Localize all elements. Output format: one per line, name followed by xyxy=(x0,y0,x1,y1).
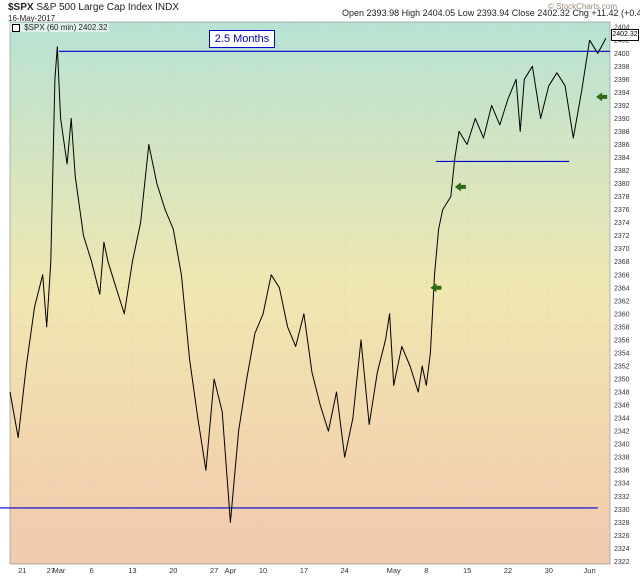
y-axis-ticks: 2404240224002398239623942392239023882386… xyxy=(614,25,630,566)
y-tick-label: 2400 xyxy=(614,51,630,58)
y-tick-label: 2348 xyxy=(614,390,630,397)
x-tick-label: 6 xyxy=(90,566,94,575)
y-tick-label: 2328 xyxy=(614,520,630,527)
y-tick-label: 2366 xyxy=(614,272,630,279)
x-tick-label: 27 xyxy=(210,566,218,575)
y-tick-label: 2354 xyxy=(614,350,630,357)
y-tick-label: 2378 xyxy=(614,194,630,201)
x-tick-label: Mar xyxy=(53,566,66,575)
y-tick-label: 2392 xyxy=(614,103,630,110)
x-tick-label: 21 xyxy=(18,566,26,575)
y-tick-label: 2334 xyxy=(614,481,630,488)
y-tick-label: 2384 xyxy=(614,155,630,162)
y-tick-label: 2340 xyxy=(614,442,630,449)
y-tick-label: 2330 xyxy=(614,507,630,514)
y-tick-label: 2358 xyxy=(614,324,630,331)
y-tick-label: 2394 xyxy=(614,90,630,97)
x-tick-label: 24 xyxy=(341,566,349,575)
legend-series-label: $SPX (60 min) xyxy=(24,23,77,32)
y-tick-label: 2380 xyxy=(614,181,630,188)
y-tick-label: 2370 xyxy=(614,246,630,253)
last-price-value: 2402.32 xyxy=(612,31,638,38)
x-tick-label: 10 xyxy=(259,566,267,575)
x-tick-label: Apr xyxy=(225,566,237,575)
legend-swatch xyxy=(12,23,20,32)
stock-chart: $SPX S&P 500 Large Cap Index INDX 16-May… xyxy=(0,0,640,576)
y-tick-label: 2342 xyxy=(614,429,630,436)
y-tick-label: 2356 xyxy=(614,337,630,344)
y-tick-label: 2362 xyxy=(614,298,630,305)
y-tick-label: 2332 xyxy=(614,494,630,501)
annotation-box: 2.5 Months xyxy=(209,30,275,48)
y-tick-label: 2388 xyxy=(614,129,630,136)
x-tick-label: Jun xyxy=(584,566,596,575)
y-tick-label: 2350 xyxy=(614,376,630,383)
y-tick-label: 2368 xyxy=(614,259,630,266)
x-tick-label: 17 xyxy=(300,566,308,575)
y-tick-label: 2396 xyxy=(614,77,630,84)
x-axis-ticks: 21 27Mar 6 13 20 27 Apr 10 17 24 May 8 15 22 30 Jun xyxy=(18,566,596,575)
x-tick-label: 30 xyxy=(545,566,553,575)
y-tick-label: 2376 xyxy=(614,207,630,214)
y-tick-label: 2382 xyxy=(614,168,630,175)
y-tick-label: 2346 xyxy=(614,403,630,410)
y-tick-label: 2374 xyxy=(614,220,630,227)
y-tick-label: 2360 xyxy=(614,311,630,318)
y-tick-label: 2352 xyxy=(614,363,630,370)
last-price-tag: 2402.32 xyxy=(611,29,639,41)
x-tick-label: 8 xyxy=(424,566,428,575)
y-tick-label: 2364 xyxy=(614,285,630,292)
legend-box: $SPX (60 min) 2402.32 xyxy=(10,23,110,32)
x-tick-label: 13 xyxy=(128,566,136,575)
y-tick-label: 2390 xyxy=(614,116,630,123)
y-tick-label: 2344 xyxy=(614,416,630,423)
annotation-label: 2.5 Months xyxy=(214,33,270,45)
x-tick-label: 22 xyxy=(504,566,512,575)
y-tick-label: 2326 xyxy=(614,533,630,540)
price-chart: 2404240224002398239623942392239023882386… xyxy=(0,21,630,575)
x-tick-label: May xyxy=(387,566,401,575)
y-tick-label: 2324 xyxy=(614,546,630,553)
y-tick-label: 2336 xyxy=(614,468,630,475)
x-tick-label: 20 xyxy=(169,566,177,575)
y-tick-label: 2372 xyxy=(614,233,630,240)
legend-value: 2402.32 xyxy=(78,23,108,32)
y-tick-label: 2322 xyxy=(614,559,630,566)
y-tick-label: 2398 xyxy=(614,64,630,71)
y-tick-label: 2386 xyxy=(614,142,630,149)
y-tick-label: 2338 xyxy=(614,455,630,462)
x-tick-label: 15 xyxy=(463,566,471,575)
